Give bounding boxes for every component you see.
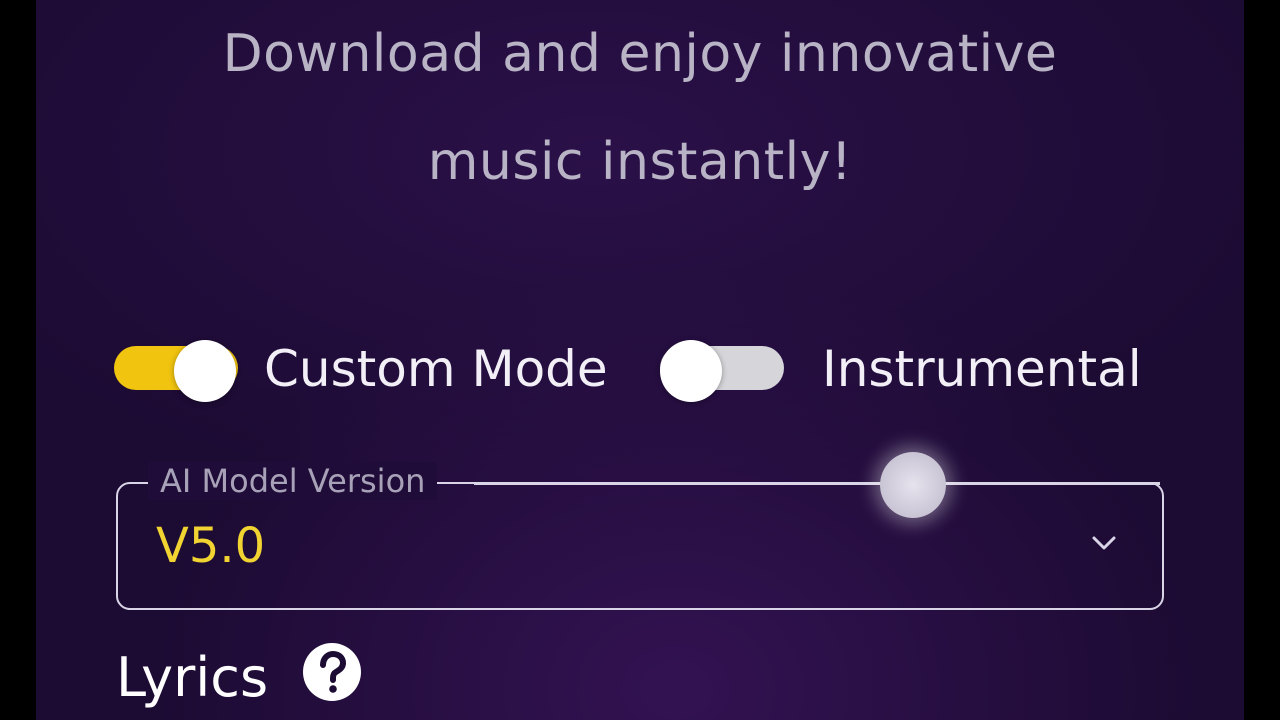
custom-mode-toggle[interactable] [114,338,238,402]
ai-model-version-label: AI Model Version [148,462,438,500]
custom-mode-toggle-knob [174,340,236,402]
lyrics-label: Lyrics [116,646,269,709]
instrumental-toggle[interactable] [660,338,784,402]
slider-track[interactable] [474,482,1160,485]
question-circle-icon[interactable] [302,642,362,702]
ai-model-version-value: V5.0 [156,518,266,574]
instrumental-label[interactable]: Instrumental [822,340,1142,398]
chevron-down-icon[interactable] [1089,528,1119,558]
tagline-line-2: music instantly! [427,132,853,192]
ai-model-version-select[interactable] [116,482,1164,610]
instrumental-toggle-knob [660,340,722,402]
slider-thumb[interactable] [880,452,946,518]
custom-mode-label[interactable]: Custom Mode [264,340,608,398]
tagline-line-1: Download and enjoy innovative [222,24,1058,84]
app-screen: Download and enjoy innovative music inst… [36,0,1244,720]
